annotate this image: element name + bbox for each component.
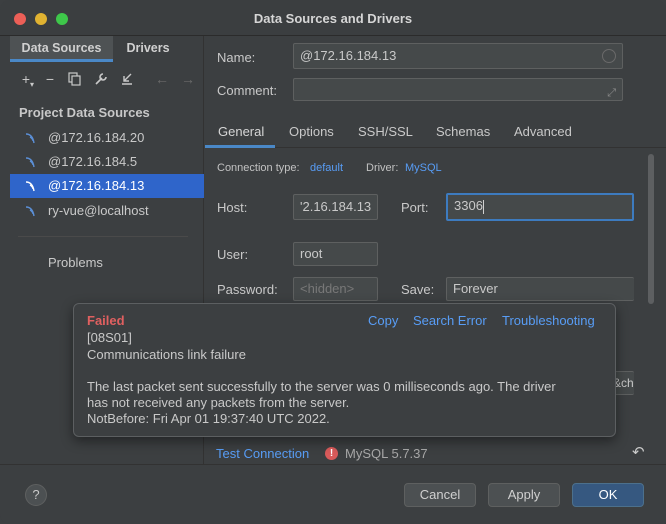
remove-icon[interactable]: − — [41, 70, 59, 88]
error-detail-line: has not received any packets from the se… — [87, 395, 350, 410]
data-source-label: @172.16.184.20 — [48, 130, 145, 145]
project-data-sources-title: Project Data Sources — [19, 105, 150, 120]
save-label: Save: — [401, 282, 435, 297]
error-icon: ! — [325, 447, 338, 460]
problems-item[interactable]: Problems — [48, 255, 103, 270]
data-source-item[interactable]: ry-vue@localhost — [10, 199, 204, 223]
duplicate-icon[interactable] — [66, 70, 84, 88]
tab-ssh-ssl[interactable]: SSH/SSL — [358, 124, 413, 139]
data-source-label: @172.16.184.5 — [48, 154, 138, 169]
driver-link[interactable]: MySQL — [405, 162, 442, 174]
cancel-button[interactable]: Cancel — [404, 483, 476, 507]
data-source-label: @172.16.184.13 — [48, 178, 145, 193]
name-label: Name: — [217, 50, 256, 65]
text-cursor — [482, 199, 484, 214]
mysql-dolphin-icon — [25, 157, 35, 168]
tab-options[interactable]: Options — [289, 124, 334, 139]
back-icon[interactable]: ← — [153, 70, 171, 88]
driver-label: Driver: — [366, 162, 399, 174]
comment-field[interactable]: ⤢ — [293, 78, 623, 101]
name-field[interactable]: @172.16.184.13 — [293, 43, 623, 69]
password-field[interactable]: <hidden> — [293, 277, 378, 301]
import-icon[interactable] — [118, 70, 136, 88]
dialog-buttons-bar: ? Cancel Apply OK — [0, 464, 666, 524]
search-error-link[interactable]: Search Error — [413, 313, 487, 328]
color-picker-icon[interactable] — [602, 49, 616, 63]
data-source-item-selected[interactable]: @172.16.184.13 — [10, 174, 204, 198]
connection-type-link[interactable]: default — [310, 162, 343, 174]
save-select[interactable]: Forever — [446, 277, 634, 301]
left-tabs: Data Sources Drivers — [0, 36, 204, 62]
mysql-dolphin-icon — [25, 181, 35, 192]
password-label: Password: — [217, 282, 278, 297]
host-field[interactable]: '2.16.184.13 — [293, 194, 378, 220]
test-connection-link[interactable]: Test Connection — [216, 446, 309, 461]
data-source-item[interactable]: @172.16.184.5 — [10, 150, 204, 174]
settings-tabs: General Options SSH/SSL Schemas Advanced — [205, 116, 666, 148]
title-bar: Data Sources and Drivers — [0, 0, 666, 36]
name-value: @172.16.184.13 — [300, 48, 397, 63]
troubleshooting-link[interactable]: Troubleshooting — [502, 313, 595, 328]
user-label: User: — [217, 247, 249, 262]
port-field[interactable]: 3306 — [446, 193, 634, 221]
user-field[interactable]: root — [293, 242, 378, 266]
error-detail-line: NotBefore: Fri Apr 01 19:37:40 UTC 2022. — [87, 411, 330, 426]
data-source-label: ry-vue@localhost — [48, 203, 149, 218]
help-button[interactable]: ? — [25, 484, 47, 506]
test-connection-error-popup: Failed Copy Search Error Troubleshooting… — [73, 303, 616, 437]
status-failed: Failed — [87, 313, 125, 328]
connection-type-label: Connection type: — [217, 162, 300, 174]
revert-icon[interactable]: ↶ — [632, 445, 648, 461]
mysql-dolphin-icon — [25, 206, 35, 217]
active-tab-indicator — [205, 145, 275, 148]
scrollbar[interactable] — [648, 154, 654, 304]
add-icon[interactable]: + ▾ — [17, 70, 35, 89]
comment-label: Comment: — [217, 83, 277, 98]
tab-data-sources[interactable]: Data Sources — [10, 36, 113, 62]
driver-version-label: MySQL 5.7.37 — [345, 446, 428, 461]
data-source-item[interactable]: @172.16.184.20 — [10, 126, 204, 150]
port-label: Port: — [401, 200, 429, 215]
host-label: Host: — [217, 200, 248, 215]
error-code: [08S01] — [87, 330, 132, 345]
window-title: Data Sources and Drivers — [253, 11, 413, 26]
tab-drivers[interactable]: Drivers — [113, 36, 183, 62]
data-sources-dialog: Data Sources and Drivers Data Sources Dr… — [0, 0, 666, 524]
data-sources-toolbar: + ▾ − ← → — [0, 66, 204, 92]
divider — [18, 236, 188, 237]
error-detail-line: The last packet sent successfully to the… — [87, 379, 556, 394]
forward-icon[interactable]: → — [179, 70, 197, 88]
tab-general[interactable]: General — [218, 124, 264, 139]
port-value: 3306 — [454, 198, 483, 213]
ok-button[interactable]: OK — [572, 483, 644, 507]
tab-schemas[interactable]: Schemas — [436, 124, 490, 139]
mysql-dolphin-icon — [25, 133, 35, 144]
wrench-icon[interactable] — [92, 70, 110, 88]
apply-button[interactable]: Apply — [488, 483, 560, 507]
copy-link[interactable]: Copy — [368, 313, 398, 328]
error-summary: Communications link failure — [87, 347, 246, 362]
expand-icon[interactable]: ⤢ — [607, 81, 616, 100]
tab-advanced[interactable]: Advanced — [514, 124, 572, 139]
